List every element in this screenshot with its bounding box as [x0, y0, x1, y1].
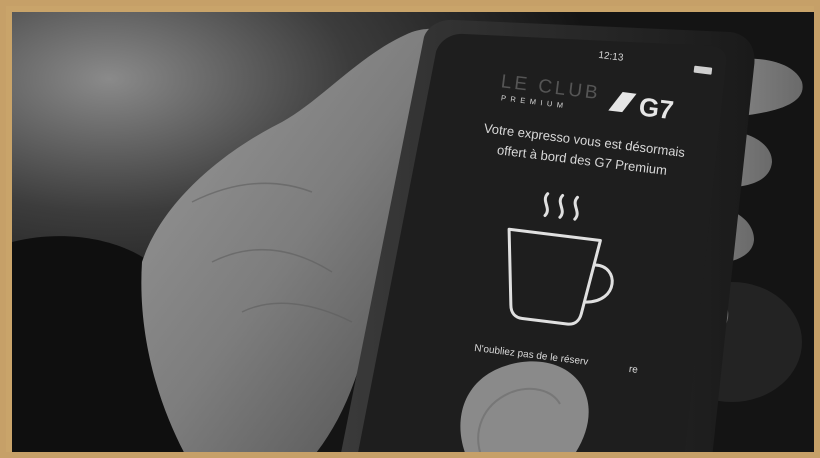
photo-frame: 12:13 LE CLUB PREMIUM G7 Votre expresso … — [0, 0, 820, 458]
logo-brand: G7 — [637, 91, 675, 125]
photo-scene: 12:13 LE CLUB PREMIUM G7 Votre expresso … — [12, 12, 814, 452]
footer-line-1-end: re — [628, 364, 639, 376]
photo-illustration: 12:13 LE CLUB PREMIUM G7 Votre expresso … — [12, 12, 814, 452]
